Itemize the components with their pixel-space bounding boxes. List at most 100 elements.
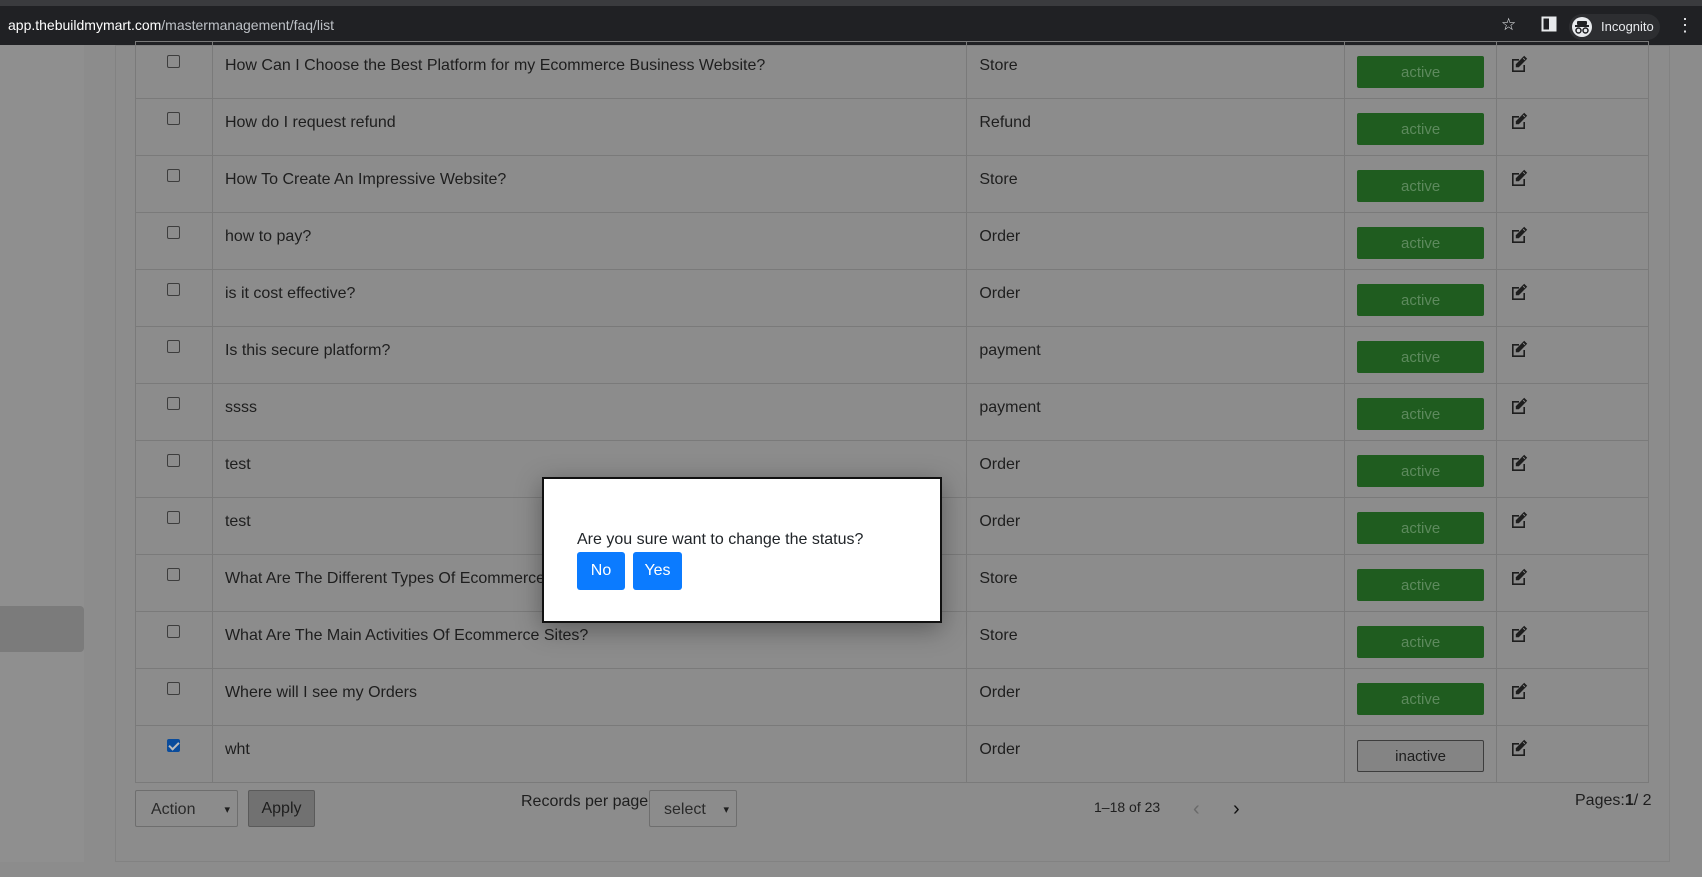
chevron-down-icon: ▾ — [723, 804, 729, 816]
status-cell: active — [1344, 668, 1498, 726]
pages-prefix: Pages: — [1575, 792, 1625, 809]
question-cell: How To Create An Impressive Website? — [211, 155, 968, 213]
table-row: How To Create An Impressive Website? Stor… — [135, 155, 1649, 213]
category-text: Store — [979, 171, 1018, 188]
side-panel-icon[interactable] — [1541, 16, 1557, 36]
category-cell: Refund — [966, 98, 1346, 156]
apply-button[interactable]: Apply — [248, 790, 315, 827]
row-checkbox[interactable] — [167, 169, 181, 182]
row-checkbox[interactable] — [167, 340, 181, 353]
edit-icon[interactable] — [1509, 339, 1529, 359]
row-checkbox[interactable] — [167, 226, 181, 239]
records-per-page-select[interactable]: select ▾ — [649, 790, 737, 827]
status-toggle-button[interactable]: active — [1357, 569, 1485, 601]
question-text: How To Create An Impressive Website? — [224, 171, 507, 188]
status-cell: active — [1344, 41, 1498, 99]
kebab-menu-icon[interactable]: ⋮ — [1676, 16, 1694, 34]
row-checkbox-cell — [135, 611, 213, 669]
status-toggle-button[interactable]: active — [1357, 455, 1485, 487]
pagination-range: 1–18 of 23 — [1094, 799, 1161, 815]
edit-icon[interactable] — [1509, 225, 1529, 245]
question-text: How Can I Choose the Best Platform for m… — [224, 57, 766, 74]
row-checkbox[interactable] — [167, 568, 181, 581]
status-toggle-button[interactable]: active — [1357, 170, 1485, 202]
status-cell: inactive — [1344, 725, 1498, 783]
next-page-button[interactable]: › — [1233, 799, 1240, 819]
status-toggle-button[interactable]: active — [1357, 227, 1485, 259]
row-checkbox[interactable] — [167, 55, 181, 68]
row-checkbox[interactable] — [167, 739, 181, 752]
question-cell: Where will I see my Orders — [211, 668, 968, 726]
status-toggle-button[interactable]: active — [1357, 284, 1485, 316]
category-cell: Store — [966, 41, 1346, 99]
edit-icon[interactable] — [1509, 111, 1529, 131]
status-cell: active — [1344, 98, 1498, 156]
edit-cell — [1496, 41, 1649, 99]
status-cell: active — [1344, 497, 1498, 555]
no-button[interactable]: No — [577, 552, 625, 590]
edit-icon[interactable] — [1509, 738, 1529, 758]
row-checkbox[interactable] — [167, 511, 181, 524]
faq-table-body: How Can I Choose the Best Platform for m… — [135, 41, 1649, 783]
row-checkbox-cell — [135, 383, 213, 441]
status-toggle-button[interactable]: active — [1357, 113, 1485, 145]
sidebar — [0, 45, 84, 862]
row-checkbox[interactable] — [167, 397, 181, 410]
category-cell: Store — [966, 611, 1346, 669]
table-row: is it cost effective? Order active — [135, 269, 1649, 327]
url-host: app.thebuildmymart.com — [8, 17, 162, 33]
address-bar[interactable]: app.thebuildmymart.com/mastermanagement/… — [8, 17, 334, 33]
row-checkbox-cell — [135, 212, 213, 270]
row-checkbox[interactable] — [167, 454, 181, 467]
edit-cell — [1496, 725, 1649, 783]
question-text: ssss — [224, 399, 257, 416]
edit-icon[interactable] — [1509, 567, 1529, 587]
yes-button[interactable]: Yes — [633, 552, 682, 590]
sidebar-item-active[interactable] — [0, 606, 84, 652]
edit-cell — [1496, 212, 1649, 270]
edit-icon[interactable] — [1509, 510, 1529, 530]
edit-cell — [1496, 269, 1649, 327]
status-toggle-button[interactable]: active — [1357, 512, 1485, 544]
question-text: Where will I see my Orders — [224, 684, 417, 701]
status-toggle-button[interactable]: active — [1357, 341, 1485, 373]
edit-cell — [1496, 554, 1649, 612]
status-toggle-button[interactable]: inactive — [1357, 740, 1485, 772]
edit-icon[interactable] — [1509, 624, 1529, 644]
question-cell: how to pay? — [211, 212, 968, 270]
category-text: Order — [979, 741, 1021, 758]
edit-icon[interactable] — [1509, 681, 1529, 701]
status-cell: active — [1344, 611, 1498, 669]
confirm-status-dialog: Are you sure want to change the status? … — [542, 477, 942, 623]
row-checkbox[interactable] — [167, 112, 181, 125]
edit-icon[interactable] — [1509, 396, 1529, 416]
action-select[interactable]: Action ▾ — [135, 790, 238, 827]
category-text: Refund — [979, 114, 1031, 131]
status-toggle-button[interactable]: active — [1357, 398, 1485, 430]
edit-icon[interactable] — [1509, 168, 1529, 188]
table-row: ssss payment active — [135, 383, 1649, 441]
row-checkbox-cell — [135, 497, 213, 555]
status-cell: active — [1344, 212, 1498, 270]
question-text: how to pay? — [224, 228, 312, 245]
question-text: wht — [224, 741, 250, 758]
records-select-value: select — [664, 801, 706, 818]
row-checkbox[interactable] — [167, 283, 181, 296]
faq-table: How Can I Choose the Best Platform for m… — [135, 41, 1649, 783]
row-checkbox-cell — [135, 440, 213, 498]
incognito-badge[interactable]: Incognito — [1569, 14, 1660, 40]
row-checkbox-cell — [135, 269, 213, 327]
row-checkbox[interactable] — [167, 625, 181, 638]
edit-icon[interactable] — [1509, 54, 1529, 74]
edit-icon[interactable] — [1509, 453, 1529, 473]
status-toggle-button[interactable]: active — [1357, 683, 1485, 715]
status-toggle-button[interactable]: active — [1357, 626, 1485, 658]
status-toggle-button[interactable]: active — [1357, 56, 1485, 88]
prev-page-button[interactable]: ‹ — [1193, 799, 1200, 819]
status-cell: active — [1344, 440, 1498, 498]
row-checkbox[interactable] — [167, 682, 181, 695]
star-icon[interactable]: ☆ — [1501, 16, 1516, 34]
table-row: wht Order inactive — [135, 725, 1649, 783]
row-checkbox-cell — [135, 155, 213, 213]
edit-icon[interactable] — [1509, 282, 1529, 302]
